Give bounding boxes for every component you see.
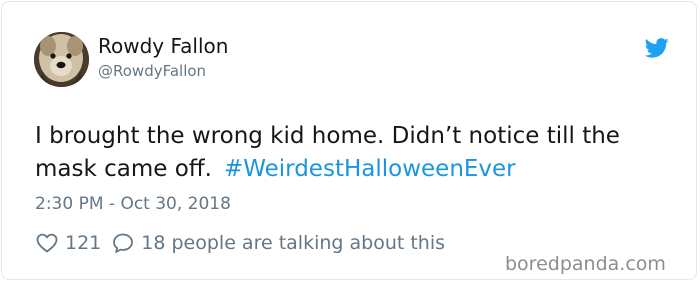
dog-photo [34,32,89,87]
hashtag-link[interactable]: #WeirdestHalloweenEver [224,156,516,182]
heart-outline-icon[interactable] [35,231,59,255]
tweet-card: Rowdy Fallon @RowdyFallon I brought the … [1,1,697,280]
speech-bubble-icon[interactable] [111,231,135,255]
engagement-bar: 121 18 people are talking about this [35,229,445,257]
twitter-bird-icon[interactable] [644,37,669,59]
talking-count[interactable]: 18 people are talking about this [141,232,445,254]
tweet-timestamp[interactable]: 2:30 PM - Oct 30, 2018 [35,194,231,214]
like-count[interactable]: 121 [65,232,101,254]
avatar[interactable] [34,32,89,87]
watermark: boredpanda.com [505,253,666,275]
tweet-text: I brought the wrong kid home. Didn’t not… [35,120,675,186]
author-name[interactable]: Rowdy Fallon [98,34,228,58]
author-handle[interactable]: @RowdyFallon [98,62,206,80]
